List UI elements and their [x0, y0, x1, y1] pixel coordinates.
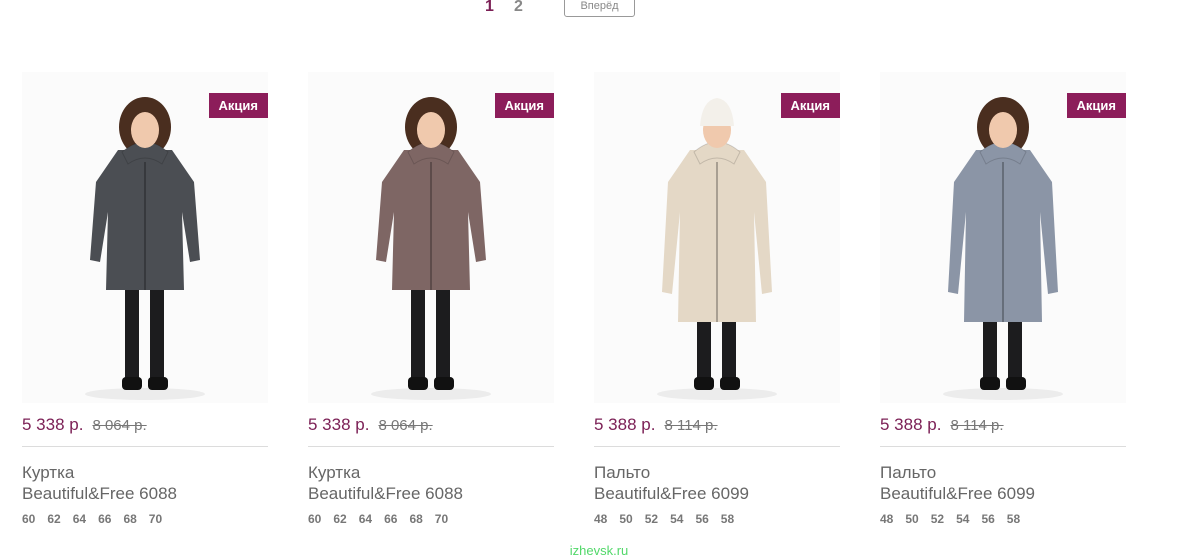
current-price: 5 388 р.	[880, 415, 942, 434]
product-card[interactable]: Акция 5 388 р. 8 114 р. Пальто Beautiful&Fre…	[880, 72, 1126, 526]
product-photo-illustration	[594, 72, 840, 403]
size-option[interactable]: 66	[384, 512, 397, 526]
current-price: 5 338 р.	[22, 415, 84, 434]
sale-badge: Акция	[208, 93, 268, 118]
size-option[interactable]: 48	[594, 512, 607, 526]
divider	[594, 446, 840, 447]
product-photo[interactable]: Акция	[22, 72, 268, 403]
product-card[interactable]: Акция 5 388 р. 8 114 р. Пальто Beautiful&Fre…	[594, 72, 840, 526]
price-row: 5 338 р. 8 064 р.	[308, 415, 554, 439]
size-option[interactable]: 64	[359, 512, 372, 526]
size-option[interactable]: 66	[98, 512, 111, 526]
price-row: 5 388 р. 8 114 р.	[880, 415, 1126, 439]
size-option[interactable]: 54	[670, 512, 683, 526]
size-option[interactable]: 68	[409, 512, 422, 526]
size-option[interactable]: 64	[73, 512, 86, 526]
size-list: 60 62 64 66 68 70	[308, 512, 460, 526]
product-photo[interactable]: Акция	[308, 72, 554, 403]
product-photo-illustration	[880, 72, 1126, 403]
product-type: Пальто	[594, 463, 651, 482]
product-title-link[interactable]: Пальто Beautiful&Free 6099	[880, 462, 1126, 504]
sale-badge: Акция	[494, 93, 554, 118]
size-option[interactable]: 62	[333, 512, 346, 526]
product-title-link[interactable]: Пальто Beautiful&Free 6099	[594, 462, 840, 504]
size-option[interactable]: 50	[905, 512, 918, 526]
size-option[interactable]: 58	[721, 512, 734, 526]
price-row: 5 338 р. 8 064 р.	[22, 415, 268, 439]
product-photo[interactable]: Акция	[594, 72, 840, 403]
product-model: Beautiful&Free 6099	[880, 484, 1035, 503]
product-photo-illustration	[22, 72, 268, 403]
watermark: izhevsk.ru	[569, 543, 629, 558]
product-type: Куртка	[22, 463, 75, 482]
size-option[interactable]: 70	[149, 512, 162, 526]
product-card[interactable]: Акция 5 338 р. 8 064 р. Куртка Beautiful&Fre…	[22, 72, 268, 526]
size-option[interactable]: 60	[22, 512, 35, 526]
size-option[interactable]: 68	[123, 512, 136, 526]
sale-badge: Акция	[1066, 93, 1126, 118]
product-title-link[interactable]: Куртка Beautiful&Free 6088	[308, 462, 554, 504]
page-2-link[interactable]: 2	[514, 0, 523, 16]
product-type: Пальто	[880, 463, 937, 482]
size-option[interactable]: 48	[880, 512, 893, 526]
size-option[interactable]: 50	[619, 512, 632, 526]
size-option[interactable]: 70	[435, 512, 448, 526]
size-option[interactable]: 56	[981, 512, 994, 526]
size-option[interactable]: 52	[645, 512, 658, 526]
product-photo-illustration	[308, 72, 554, 403]
size-option[interactable]: 58	[1007, 512, 1020, 526]
product-title-link[interactable]: Куртка Beautiful&Free 6088	[22, 462, 268, 504]
sale-badge: Акция	[780, 93, 840, 118]
size-option[interactable]: 54	[956, 512, 969, 526]
size-list: 60 62 64 66 68 70	[22, 512, 174, 526]
size-option[interactable]: 56	[695, 512, 708, 526]
size-option[interactable]: 62	[47, 512, 60, 526]
old-price: 8 114 р.	[950, 417, 1004, 434]
price-row: 5 388 р. 8 114 р.	[594, 415, 840, 439]
product-model: Beautiful&Free 6088	[22, 484, 177, 503]
old-price: 8 114 р.	[664, 417, 718, 434]
product-type: Куртка	[308, 463, 361, 482]
page-1-link[interactable]: 1	[485, 0, 494, 16]
divider	[880, 446, 1126, 447]
product-model: Beautiful&Free 6099	[594, 484, 749, 503]
old-price: 8 064 р.	[92, 417, 147, 434]
current-price: 5 338 р.	[308, 415, 370, 434]
divider	[22, 446, 268, 447]
product-card[interactable]: Акция 5 338 р. 8 064 р. Куртка Beautiful&Fre…	[308, 72, 554, 526]
current-price: 5 388 р.	[594, 415, 656, 434]
product-model: Beautiful&Free 6088	[308, 484, 463, 503]
old-price: 8 064 р.	[378, 417, 433, 434]
size-option[interactable]: 60	[308, 512, 321, 526]
product-photo[interactable]: Акция	[880, 72, 1126, 403]
size-list: 48 50 52 54 56 58	[594, 512, 746, 526]
pagination: 1 2 Вперёд	[0, 0, 1198, 22]
size-option[interactable]: 52	[931, 512, 944, 526]
divider	[308, 446, 554, 447]
next-page-button[interactable]: Вперёд	[564, 0, 635, 17]
size-list: 48 50 52 54 56 58	[880, 512, 1032, 526]
